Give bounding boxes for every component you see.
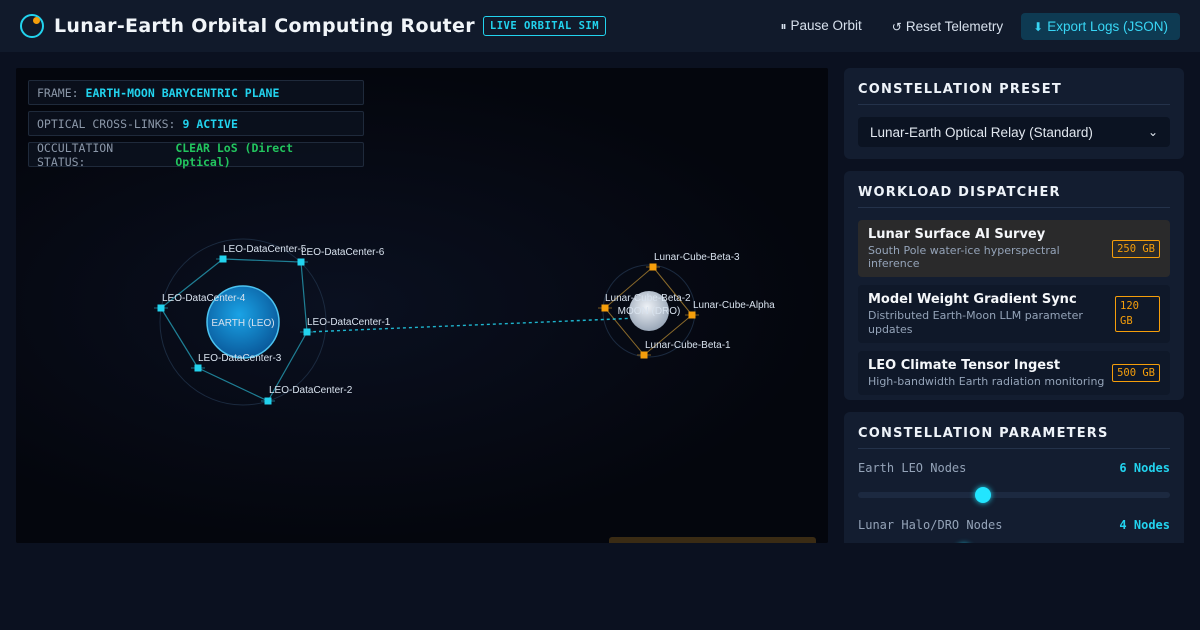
job-size-badge: 500 GB — [1112, 363, 1160, 382]
earth-label: EARTH (LEO) — [211, 318, 274, 329]
leo-node — [157, 304, 165, 312]
export-logs-button[interactable]: ⬇ Export Logs (JSON) — [1021, 12, 1180, 40]
lunar-node-label: Lunar-Cube-Beta-3 — [654, 252, 740, 263]
orbital-scene[interactable]: EARTH (LEO) MOON (DRO) LEO-DataCenter-1 LEO… — [16, 68, 828, 543]
lunar-node — [601, 304, 609, 312]
leo-nodes-param: Earth LEO Nodes 6 Nodes — [858, 461, 1170, 503]
slider-thumb[interactable] — [974, 487, 991, 503]
leo-node — [264, 397, 272, 405]
leo-node-label: LEO-DataCenter-5 — [223, 244, 307, 255]
leo-node-label: LEO-DataCenter-1 — [307, 317, 391, 328]
orbital-viewport[interactable]: EARTH (LEO) MOON (DRO) LEO-DataCenter-1 LEO… — [16, 68, 828, 543]
dispatcher-title: WORKLOAD DISPATCHER — [858, 185, 1170, 208]
chevron-down-icon: ⌄ — [1147, 125, 1158, 139]
parameters-title: CONSTELLATION PARAMETERS — [858, 426, 1170, 449]
job-size-badge: 250 GB — [1112, 239, 1160, 258]
pause-orbit-button[interactable]: ⏸ Pause Orbit — [768, 12, 873, 40]
live-sim-badge: LIVE ORBITAL SIM — [482, 16, 607, 36]
occultation-value: CLEAR LoS (Direct Optical) — [175, 140, 294, 169]
orbit-logo-icon — [20, 14, 44, 38]
app-header: Lunar-Earth Orbital Computing Router LIV… — [0, 0, 1200, 52]
leo-nodes-value: 6 Nodes — [1119, 461, 1170, 475]
lunar-node-label: Lunar-Cube-Beta-1 — [645, 340, 731, 351]
job-item[interactable]: Model Weight Gradient Sync Distributed E… — [858, 285, 1170, 343]
leo-crosslink — [197, 367, 269, 402]
reset-icon: ↺ — [891, 19, 902, 34]
reset-telemetry-button[interactable]: ↺ Reset Telemetry — [880, 13, 1015, 40]
frame-readout: FRAME: EARTH-MOON BARYCENTRIC PLANE — [28, 80, 364, 105]
leo-node — [219, 255, 227, 263]
lunar-node — [649, 263, 657, 271]
cross-links-value: 9 ACTIVE — [182, 116, 238, 131]
lunar-nodes-label: Lunar Halo/DRO Nodes — [858, 518, 1003, 532]
leo-node — [297, 258, 305, 266]
workload-dispatcher-panel: WORKLOAD DISPATCHER Lunar Surface AI Sur… — [844, 171, 1184, 400]
download-icon: ⬇ — [1033, 19, 1044, 34]
leo-node-label: LEO-DataCenter-6 — [301, 247, 385, 258]
preset-title: CONSTELLATION PRESET — [858, 82, 1170, 105]
lunar-node — [688, 311, 696, 319]
leo-nodes-label: Earth LEO Nodes — [858, 461, 967, 475]
preset-select[interactable]: Lunar-Earth Optical Relay (Standard) ⌄ — [858, 117, 1170, 147]
leo-node — [194, 364, 202, 372]
moon-label: MOON (DRO) — [618, 306, 681, 317]
job-item[interactable]: LEO Climate Tensor Ingest High-bandwidth… — [858, 350, 1170, 395]
leo-node — [303, 328, 311, 336]
leo-node-label: LEO-DataCenter-4 — [162, 293, 246, 304]
pause-icon: ⏸ — [780, 19, 787, 33]
leo-nodes-slider[interactable] — [858, 487, 1170, 503]
lunar-node — [640, 351, 648, 359]
parameters-clip: CONSTELLATION PARAMETERS Earth LEO Nodes… — [844, 412, 1184, 543]
job-size-badge: 120 GB — [1115, 296, 1160, 332]
app-title: Lunar-Earth Orbital Computing Router — [54, 15, 475, 37]
job-item[interactable]: Lunar Surface AI Survey South Pole water… — [858, 220, 1170, 278]
lunar-nodes-value: 4 Nodes — [1119, 518, 1170, 532]
constellation-preset-panel: CONSTELLATION PRESET Lunar-Earth Optical… — [844, 68, 1184, 159]
constellation-parameters-panel: CONSTELLATION PARAMETERS Earth LEO Nodes… — [844, 412, 1184, 543]
leo-crosslink — [222, 258, 302, 263]
cross-links-readout: OPTICAL CROSS-LINKS: 9 ACTIVE — [28, 111, 364, 136]
lunar-nodes-param: Lunar Halo/DRO Nodes 4 Nodes — [858, 518, 1170, 543]
leo-crosslink — [160, 307, 199, 369]
occultation-readout: OCCULTATION STATUS: CLEAR LoS (Direct Opt… — [28, 140, 364, 169]
frame-value: EARTH-MOON BARYCENTRIC PLANE — [85, 85, 280, 100]
leo-node-label: LEO-DataCenter-2 — [269, 385, 353, 396]
leo-node-label: LEO-DataCenter-3 — [198, 353, 282, 364]
lunar-node-label: Lunar-Cube-Alpha — [693, 300, 775, 311]
notification-toast — [609, 537, 816, 543]
lunar-node-label: Lunar-Cube-Beta-2 — [605, 293, 691, 304]
